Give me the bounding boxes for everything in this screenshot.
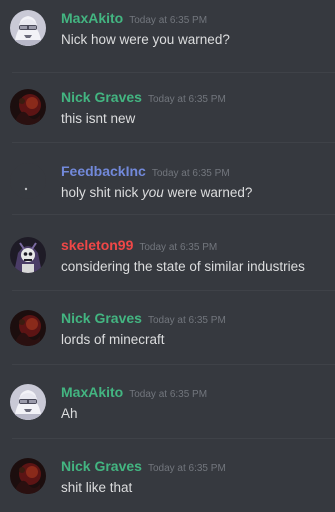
timestamp: Today at 6:35 PM (151, 168, 230, 179)
message-divider (12, 214, 335, 215)
message-text: shit like that (61, 480, 133, 495)
username[interactable]: Nick Graves (61, 310, 142, 326)
timestamp: Today at 6:35 PM (147, 463, 226, 474)
feedbackinc-avatar-icon[interactable] (10, 163, 46, 199)
message-divider (12, 290, 335, 291)
nick-graves-avatar-icon[interactable] (10, 89, 46, 125)
chat-messages: MaxAkito Today at 6:35 PM Nick how were y… (0, 0, 335, 512)
username[interactable]: Nick Graves (61, 89, 142, 105)
nick-graves-avatar-icon[interactable] (10, 458, 46, 494)
message-header: MaxAkito Today at 6:35 PM (61, 10, 207, 28)
message-header: skeleton99 Today at 6:35 PM (61, 237, 217, 255)
message-text: lords of minecraft (61, 332, 165, 347)
username[interactable]: FeedbackInc (61, 163, 146, 179)
message-text: this isnt new (61, 111, 136, 126)
timestamp: Today at 6:35 PM (129, 15, 208, 26)
message-text: Nick how were you warned? (61, 32, 230, 47)
username[interactable]: MaxAkito (61, 10, 123, 26)
message-text: holy shit nick you were warned? (61, 185, 253, 200)
message-divider (12, 72, 335, 73)
message-header: Nick Graves Today at 6:35 PM (61, 89, 226, 107)
timestamp: Today at 6:35 PM (129, 389, 208, 400)
message: Nick Graves Today at 6:35 PM shit like th… (0, 448, 335, 512)
username[interactable]: MaxAkito (61, 384, 123, 400)
message-divider (12, 438, 335, 439)
timestamp: Today at 6:35 PM (147, 94, 226, 105)
message: Nick Graves Today at 6:35 PM lords of min… (0, 300, 335, 374)
maxakito-avatar-icon[interactable] (10, 10, 46, 46)
message: MaxAkito Today at 6:35 PM Nick how were y… (0, 0, 335, 74)
message-divider (12, 364, 335, 365)
timestamp: Today at 6:35 PM (139, 242, 218, 253)
message-header: FeedbackInc Today at 6:35 PM (61, 163, 230, 181)
message: FeedbackInc Today at 6:35 PM holy shit ni… (0, 153, 335, 227)
timestamp: Today at 6:35 PM (147, 315, 226, 326)
nick-graves-avatar-icon[interactable] (10, 310, 46, 346)
message: MaxAkito Today at 6:35 PM Ah (0, 374, 335, 448)
message-text: considering the state of similar industr… (61, 259, 305, 274)
message-text: Ah (61, 406, 78, 421)
message-header: MaxAkito Today at 6:35 PM (61, 384, 207, 402)
message-divider (12, 142, 335, 143)
skeleton99-avatar-icon[interactable] (10, 237, 46, 273)
username[interactable]: Nick Graves (61, 458, 142, 474)
message-header: Nick Graves Today at 6:35 PM (61, 458, 226, 476)
username[interactable]: skeleton99 (61, 237, 133, 253)
maxakito-avatar-icon[interactable] (10, 384, 46, 420)
message-header: Nick Graves Today at 6:35 PM (61, 310, 226, 328)
